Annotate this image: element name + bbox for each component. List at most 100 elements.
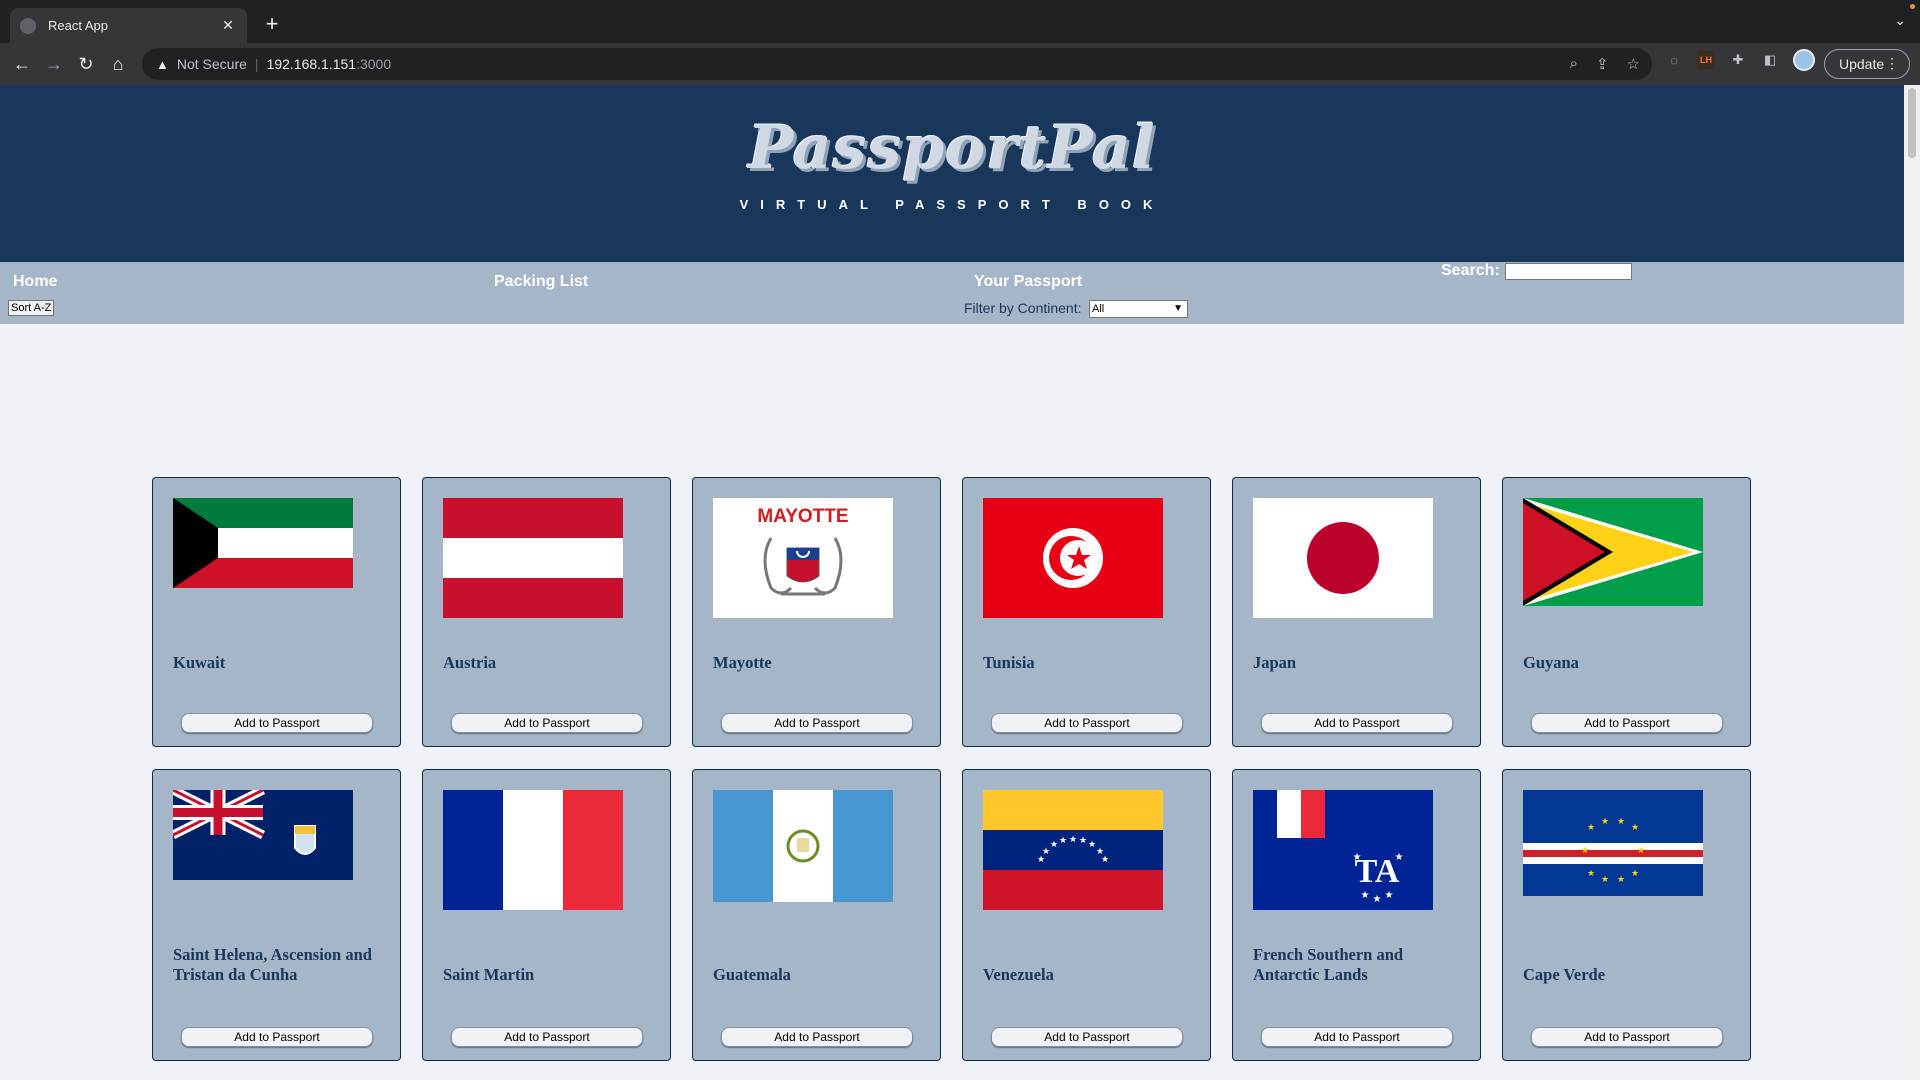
country-name: Saint Helena, Ascension and Tristan da C… — [173, 945, 372, 984]
svg-text:★: ★ — [1079, 836, 1087, 846]
extension-lighthouse-icon[interactable]: LH — [1697, 51, 1715, 69]
guyana-flag-icon — [1523, 498, 1703, 606]
country-name: Saint Martin — [443, 965, 535, 984]
add-to-passport-button[interactable]: Add to Passport — [181, 1027, 373, 1047]
country-card: ★ ★ ★ ★ ★ ★ ★ ★ ★ ★ Cape Verde Add to Passport — [1502, 769, 1751, 1061]
browser-toolbar: ← → ↻ ⌂ ▲ Not Secure | 192.168.1.151:300… — [0, 43, 1920, 85]
search-input[interactable] — [1505, 263, 1632, 280]
browser-tabstrip: React App ✕ + ⌄ — [0, 0, 1920, 43]
add-to-passport-button[interactable]: Add to Passport — [721, 713, 913, 733]
share-icon[interactable]: ⇪ — [1596, 55, 1609, 73]
new-tab-icon[interactable]: + — [260, 12, 284, 36]
warning-icon[interactable]: ▲ — [156, 57, 169, 72]
svg-text:★: ★ — [1059, 836, 1067, 846]
zoom-icon[interactable]: ⌕ — [1570, 55, 1578, 73]
guatemala-flag-icon — [713, 790, 893, 902]
svg-text:★: ★ — [1587, 869, 1595, 879]
country-card: Tunisia Add to Passport — [962, 477, 1211, 747]
country-card: Guatemala Add to Passport — [692, 769, 941, 1061]
scrollbar-thumb[interactable] — [1908, 88, 1916, 158]
svg-text:★: ★ — [1617, 875, 1625, 885]
svg-text:★: ★ — [1631, 869, 1639, 879]
continent-filter-select[interactable]: All ▼ — [1089, 300, 1188, 318]
add-to-passport-button[interactable]: Add to Passport — [991, 1027, 1183, 1047]
svg-text:★: ★ — [1361, 890, 1370, 901]
add-to-passport-button[interactable]: Add to Passport — [721, 1027, 913, 1047]
url-port: :3000 — [356, 56, 392, 72]
page-scrollbar[interactable] — [1904, 85, 1920, 1080]
country-card: ★ ★ ★ ★ ★ ★ ★ ★ ★ Venezuela Add to Passport — [962, 769, 1211, 1061]
side-panel-icon[interactable]: ◧ — [1761, 51, 1779, 69]
tab-search-chevron-icon[interactable]: ⌄ — [1894, 12, 1906, 29]
country-card: Kuwait Add to Passport — [152, 477, 401, 747]
country-card: Saint Helena, Ascension and Tristan da C… — [152, 769, 401, 1061]
address-divider: | — [254, 56, 259, 72]
add-to-passport-button[interactable]: Add to Passport — [1261, 713, 1453, 733]
back-icon[interactable]: ← — [6, 48, 38, 80]
svg-text:★: ★ — [1637, 846, 1645, 856]
forward-icon[interactable]: → — [38, 48, 70, 80]
notification-dot-icon — [1910, 4, 1915, 9]
nav-packing-list-link[interactable]: Packing List — [494, 273, 588, 291]
update-label: Update — [1839, 56, 1885, 72]
saint-helena-flag-icon — [173, 790, 353, 880]
add-to-passport-button[interactable]: Add to Passport — [1531, 1027, 1723, 1047]
country-card: TA ★ ★ ★ ★ ★ French Southern and Antarctic L… — [1232, 769, 1481, 1061]
extensions-area: ◌ LH ✚ ◧ — [1665, 49, 1815, 71]
svg-text:★: ★ — [1631, 823, 1639, 833]
country-name: Austria — [443, 653, 497, 672]
tab-title: React App — [48, 18, 108, 33]
add-to-passport-button[interactable]: Add to Passport — [451, 1027, 643, 1047]
add-to-passport-button[interactable]: Add to Passport — [451, 713, 643, 733]
svg-text:★: ★ — [1395, 852, 1404, 863]
update-button[interactable]: Update ⋮ — [1824, 49, 1910, 79]
site-navbar: Home Packing List Your Passport Search: … — [0, 262, 1904, 324]
close-tab-icon[interactable]: ✕ — [219, 17, 237, 34]
security-label[interactable]: Not Secure — [177, 56, 247, 72]
svg-text:★: ★ — [1601, 875, 1609, 885]
extension-wireless-icon[interactable]: ◌ — [1665, 51, 1683, 69]
mayotte-flag-text: MAYOTTE — [757, 506, 848, 527]
svg-text:★: ★ — [1601, 817, 1609, 827]
country-name: French Southern and Antarctic Lands — [1253, 945, 1404, 984]
bookmark-star-icon[interactable]: ☆ — [1627, 55, 1640, 73]
svg-text:★: ★ — [1042, 847, 1050, 857]
svg-text:★: ★ — [1353, 852, 1362, 863]
profile-avatar[interactable] — [1793, 49, 1815, 71]
tunisia-flag-icon — [983, 498, 1163, 618]
kuwait-flag-icon — [173, 498, 353, 588]
svg-text:★: ★ — [1050, 840, 1058, 850]
url-host: 192.168.1.151 — [266, 56, 357, 72]
add-to-passport-button[interactable]: Add to Passport — [991, 713, 1183, 733]
saint-martin-flag-icon — [443, 790, 623, 910]
country-card: Guyana Add to Passport — [1502, 477, 1751, 747]
french-southern-lands-flag-icon: TA ★ ★ ★ ★ ★ — [1253, 790, 1433, 910]
country-name: Guatemala — [713, 965, 791, 984]
mayotte-flag-icon: MAYOTTE — [713, 498, 893, 618]
country-card: Austria Add to Passport — [422, 477, 671, 747]
country-name: Cape Verde — [1523, 965, 1606, 984]
extensions-puzzle-icon[interactable]: ✚ — [1729, 51, 1747, 69]
add-to-passport-button[interactable]: Add to Passport — [1261, 1027, 1453, 1047]
nav-your-passport-link[interactable]: Your Passport — [974, 273, 1082, 291]
country-card: Japan Add to Passport — [1232, 477, 1481, 747]
country-name: Venezuela — [983, 965, 1054, 984]
nav-home-link[interactable]: Home — [13, 273, 57, 291]
country-card: MAYOTTE Mayotte Add to Passport — [692, 477, 941, 747]
chevron-down-icon: ▼ — [1173, 303, 1183, 314]
svg-text:★: ★ — [1088, 840, 1096, 850]
reload-icon[interactable]: ↻ — [70, 48, 102, 80]
svg-text:★: ★ — [1385, 890, 1394, 901]
home-icon[interactable]: ⌂ — [102, 48, 134, 80]
svg-text:★: ★ — [1373, 894, 1382, 905]
country-card: Saint Martin Add to Passport — [422, 769, 671, 1061]
country-name: Guyana — [1523, 653, 1579, 672]
add-to-passport-button[interactable]: Add to Passport — [1531, 713, 1723, 733]
address-bar[interactable]: ▲ Not Secure | 192.168.1.151:3000 ⌕ ⇪ ☆ — [142, 48, 1652, 80]
menu-kebab-icon[interactable]: ⋮ — [1885, 55, 1899, 72]
sort-az-button[interactable]: Sort A-Z — [8, 300, 55, 316]
site-tagline: VIRTUAL PASSPORT BOOK — [739, 197, 1165, 212]
austria-flag-icon — [443, 498, 623, 618]
browser-tab[interactable]: React App ✕ — [10, 8, 247, 43]
add-to-passport-button[interactable]: Add to Passport — [181, 713, 373, 733]
